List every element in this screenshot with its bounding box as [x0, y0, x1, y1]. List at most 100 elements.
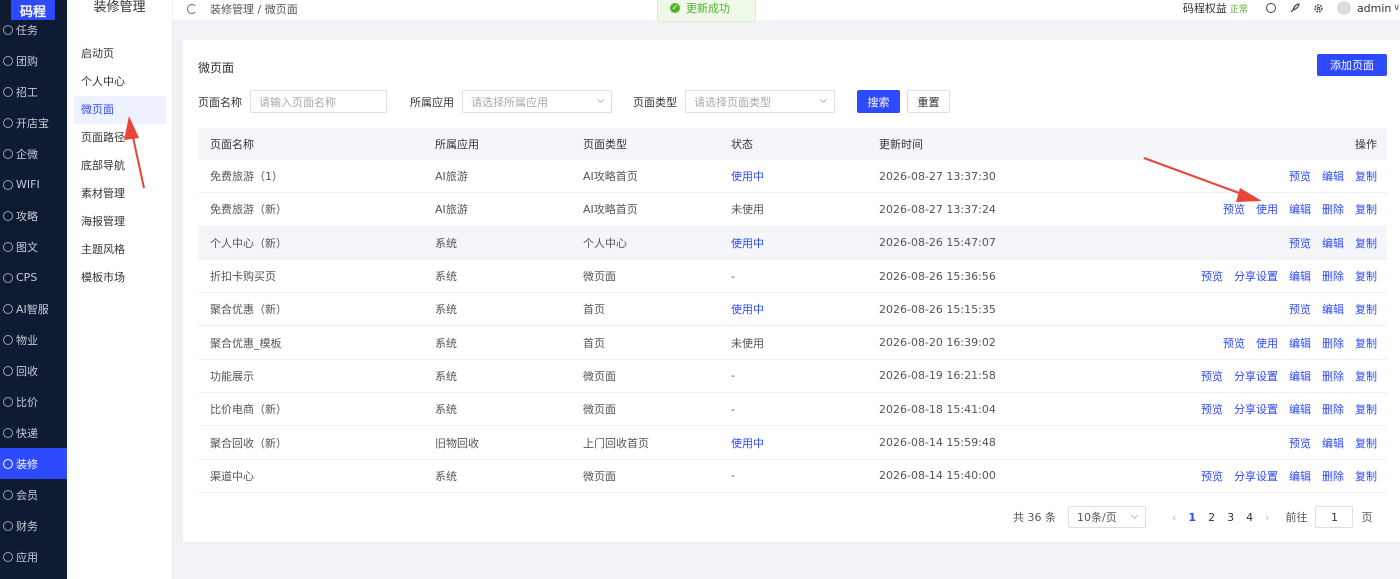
submenu-item-3[interactable]: 页面路径: [74, 124, 166, 152]
row-action-link[interactable]: 预览: [1289, 301, 1311, 317]
sidebar-item-16[interactable]: 财务: [0, 510, 67, 541]
sidebar-item-11[interactable]: 回收: [0, 355, 67, 386]
row-action-link[interactable]: 复制: [1355, 168, 1377, 184]
row-action-link[interactable]: 复制: [1355, 401, 1377, 417]
header-ops: 操作: [1355, 138, 1377, 151]
compare-icon: [3, 396, 13, 407]
row-time: 2026-08-19 16:21:58: [879, 369, 996, 383]
top-header: 装修管理 / 微页面 ✓ 更新成功 码程权益 正常 admin ∨: [173, 0, 1400, 22]
sidebar-item-8[interactable]: CPS: [0, 262, 67, 293]
row-action-link[interactable]: 编辑: [1322, 168, 1344, 184]
row-action-link[interactable]: 复制: [1355, 368, 1377, 384]
goto-page-input[interactable]: 1: [1315, 506, 1354, 528]
row-action-link[interactable]: 删除: [1322, 468, 1344, 484]
row-action-link[interactable]: 预览: [1223, 201, 1245, 217]
row-action-link[interactable]: 预览: [1289, 168, 1311, 184]
submenu-item-1[interactable]: 个人中心: [74, 68, 166, 96]
row-action-link[interactable]: 预览: [1223, 335, 1245, 351]
submenu-item-5[interactable]: 素材管理: [74, 180, 166, 208]
sidebar-item-15[interactable]: 会员: [0, 479, 67, 510]
row-action-link[interactable]: 复制: [1355, 235, 1377, 251]
rights-label[interactable]: 码程权益: [1183, 0, 1227, 16]
row-name: 聚合优惠（新）: [210, 303, 287, 317]
row-action-link[interactable]: 编辑: [1289, 201, 1311, 217]
sidebar-item-18[interactable]: 系统: [0, 572, 67, 579]
row-action-link[interactable]: 复制: [1355, 268, 1377, 284]
sidebar-item-9[interactable]: AI智服: [0, 293, 67, 324]
row-action-link[interactable]: 分享设置: [1234, 368, 1278, 384]
page-size-select[interactable]: 10条/页: [1068, 506, 1146, 528]
sidebar-item-3[interactable]: 开店宝: [0, 107, 67, 138]
sidebar-item-12[interactable]: 比价: [0, 386, 67, 417]
row-action-link[interactable]: 使用: [1256, 335, 1278, 351]
reset-button[interactable]: 重置: [907, 90, 950, 113]
sidebar-item-14[interactable]: 装修: [0, 448, 67, 479]
submenu-item-6[interactable]: 海报管理: [74, 208, 166, 236]
row-action-link[interactable]: 编辑: [1289, 335, 1311, 351]
row-action-link[interactable]: 复制: [1355, 435, 1377, 451]
sidebar-item-10[interactable]: 物业: [0, 324, 67, 355]
row-action-link[interactable]: 删除: [1322, 268, 1344, 284]
avatar[interactable]: [1336, 1, 1351, 15]
row-action-link[interactable]: 复制: [1355, 335, 1377, 351]
row-action-link[interactable]: 分享设置: [1234, 401, 1278, 417]
row-action-link[interactable]: 预览: [1201, 401, 1223, 417]
sidebar-item-label: 比价: [16, 395, 38, 409]
row-action-link[interactable]: 复制: [1355, 301, 1377, 317]
row-action-link[interactable]: 编辑: [1289, 401, 1311, 417]
row-action-link[interactable]: 删除: [1322, 368, 1344, 384]
chevron-down-icon[interactable]: ∨: [1393, 3, 1400, 13]
type-filter-select[interactable]: 请选择页面类型: [685, 90, 835, 113]
next-page-icon[interactable]: ›: [1265, 511, 1269, 524]
row-action-link[interactable]: 删除: [1322, 201, 1344, 217]
submenu-item-8[interactable]: 模板市场: [74, 264, 166, 292]
row-action-link[interactable]: 预览: [1289, 235, 1311, 251]
submenu-item-2[interactable]: 微页面: [74, 96, 166, 124]
sidebar-item-5[interactable]: WIFI: [0, 169, 67, 200]
sidebar-item-2[interactable]: 招工: [0, 76, 67, 107]
row-action-link[interactable]: 分享设置: [1234, 268, 1278, 284]
row-action-link[interactable]: 预览: [1289, 435, 1311, 451]
row-action-link[interactable]: 预览: [1201, 268, 1223, 284]
sidebar-item-0[interactable]: 任务: [0, 14, 67, 45]
gear-icon[interactable]: [1313, 3, 1324, 14]
add-page-button[interactable]: 添加页面: [1317, 54, 1387, 76]
sidebar-item-17[interactable]: 应用: [0, 541, 67, 572]
page-number[interactable]: 2: [1208, 511, 1215, 524]
sidebar-item-label: 应用: [16, 550, 38, 564]
submenu-item-7[interactable]: 主题风格: [74, 236, 166, 264]
rocket-icon[interactable]: [1289, 2, 1300, 14]
row-action-link[interactable]: 使用: [1256, 201, 1278, 217]
prev-page-icon[interactable]: ‹: [1172, 511, 1176, 524]
row-action-link[interactable]: 编辑: [1322, 301, 1344, 317]
search-button[interactable]: 搜索: [857, 90, 900, 113]
row-action-link[interactable]: 删除: [1322, 401, 1344, 417]
row-action-link[interactable]: 预览: [1201, 368, 1223, 384]
sidebar-item-1[interactable]: 团购: [0, 45, 67, 76]
sidebar-item-6[interactable]: 攻略: [0, 200, 67, 231]
row-action-link[interactable]: 编辑: [1322, 435, 1344, 451]
sidebar-item-13[interactable]: 快递: [0, 417, 67, 448]
row-action-link[interactable]: 编辑: [1289, 268, 1311, 284]
user-name[interactable]: admin: [1357, 2, 1391, 15]
page-number[interactable]: 4: [1246, 511, 1253, 524]
page-number[interactable]: 3: [1227, 511, 1234, 524]
row-action-link[interactable]: 复制: [1355, 468, 1377, 484]
submenu-item-0[interactable]: 启动页: [74, 40, 166, 68]
app-filter-select[interactable]: 请选择所属应用: [462, 90, 612, 113]
submenu-item-4[interactable]: 底部导航: [74, 152, 166, 180]
refresh-icon[interactable]: [187, 4, 197, 14]
search-icon[interactable]: [1265, 3, 1276, 13]
row-action-link[interactable]: 编辑: [1289, 468, 1311, 484]
page-number[interactable]: 1: [1188, 511, 1196, 524]
sidebar-item-4[interactable]: 企微: [0, 138, 67, 169]
row-action-link[interactable]: 预览: [1201, 468, 1223, 484]
row-action-link[interactable]: 编辑: [1322, 235, 1344, 251]
row-action-link[interactable]: 复制: [1355, 201, 1377, 217]
row-action-link[interactable]: 分享设置: [1234, 468, 1278, 484]
name-filter-input[interactable]: 请输入页面名称: [250, 90, 387, 113]
row-action-link[interactable]: 编辑: [1289, 368, 1311, 384]
sidebar-item-7[interactable]: 图文: [0, 231, 67, 262]
row-action-link[interactable]: 删除: [1322, 335, 1344, 351]
total-count: 共 36 条: [1013, 511, 1056, 524]
